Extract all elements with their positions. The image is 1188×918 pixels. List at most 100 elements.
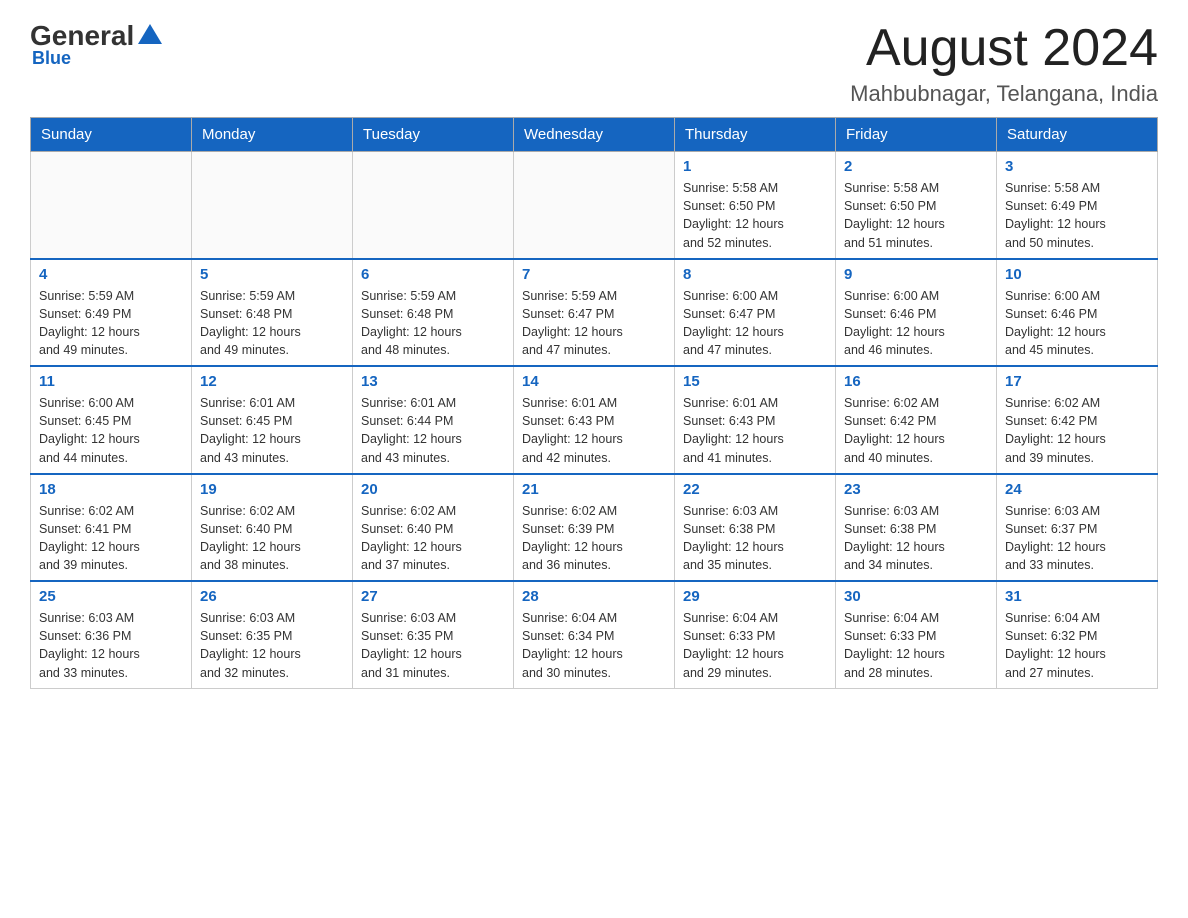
day-info: Sunrise: 6:02 AM Sunset: 6:41 PM Dayligh… [39, 502, 183, 575]
calendar-cell: 13 Sunrise: 6:01 AM Sunset: 6:44 PM Dayli… [353, 366, 514, 474]
day-number: 4 [39, 266, 183, 283]
day-number: 28 [522, 588, 666, 605]
day-info: Sunrise: 6:02 AM Sunset: 6:42 PM Dayligh… [844, 394, 988, 467]
day-number: 20 [361, 481, 505, 498]
day-number: 17 [1005, 373, 1149, 390]
calendar-cell: 22 Sunrise: 6:03 AM Sunset: 6:38 PM Dayli… [675, 474, 836, 582]
calendar-cell [192, 152, 353, 259]
day-info: Sunrise: 6:03 AM Sunset: 6:35 PM Dayligh… [361, 609, 505, 682]
day-info: Sunrise: 5:59 AM Sunset: 6:48 PM Dayligh… [361, 287, 505, 360]
day-number: 25 [39, 588, 183, 605]
calendar-table: SundayMondayTuesdayWednesdayThursdayFrid… [30, 117, 1158, 689]
day-info: Sunrise: 6:01 AM Sunset: 6:44 PM Dayligh… [361, 394, 505, 467]
day-info: Sunrise: 6:04 AM Sunset: 6:33 PM Dayligh… [844, 609, 988, 682]
day-info: Sunrise: 6:00 AM Sunset: 6:46 PM Dayligh… [844, 287, 988, 360]
calendar-cell [353, 152, 514, 259]
day-number: 23 [844, 481, 988, 498]
day-number: 5 [200, 266, 344, 283]
calendar-cell: 21 Sunrise: 6:02 AM Sunset: 6:39 PM Dayli… [514, 474, 675, 582]
calendar-cell: 4 Sunrise: 5:59 AM Sunset: 6:49 PM Daylig… [31, 259, 192, 367]
day-info: Sunrise: 5:59 AM Sunset: 6:48 PM Dayligh… [200, 287, 344, 360]
day-info: Sunrise: 6:04 AM Sunset: 6:34 PM Dayligh… [522, 609, 666, 682]
day-info: Sunrise: 6:03 AM Sunset: 6:35 PM Dayligh… [200, 609, 344, 682]
header: General Blue August 2024 Mahbubnagar, Te… [30, 20, 1158, 107]
calendar-cell: 18Sunrise: 6:02 AM Sunset: 6:41 PM Dayli… [31, 474, 192, 582]
day-info: Sunrise: 6:04 AM Sunset: 6:33 PM Dayligh… [683, 609, 827, 682]
day-number: 27 [361, 588, 505, 605]
day-info: Sunrise: 6:02 AM Sunset: 6:39 PM Dayligh… [522, 502, 666, 575]
logo-area: General Blue [30, 20, 162, 69]
calendar-cell: 23Sunrise: 6:03 AM Sunset: 6:38 PM Dayli… [836, 474, 997, 582]
calendar-cell: 20Sunrise: 6:02 AM Sunset: 6:40 PM Dayli… [353, 474, 514, 582]
calendar-week-row: 1 Sunrise: 5:58 AM Sunset: 6:50 PM Daylig… [31, 152, 1158, 259]
calendar-cell: 1 Sunrise: 5:58 AM Sunset: 6:50 PM Daylig… [675, 152, 836, 259]
day-info: Sunrise: 6:01 AM Sunset: 6:45 PM Dayligh… [200, 394, 344, 467]
weekday-header-sunday: Sunday [31, 118, 192, 152]
calendar-cell [31, 152, 192, 259]
day-number: 16 [844, 373, 988, 390]
calendar-cell: 15 Sunrise: 6:01 AM Sunset: 6:43 PM Dayli… [675, 366, 836, 474]
calendar-cell: 25 Sunrise: 6:03 AM Sunset: 6:36 PM Dayli… [31, 581, 192, 688]
day-info: Sunrise: 5:58 AM Sunset: 6:50 PM Dayligh… [683, 179, 827, 252]
day-info: Sunrise: 6:00 AM Sunset: 6:45 PM Dayligh… [39, 394, 183, 467]
day-info: Sunrise: 6:00 AM Sunset: 6:46 PM Dayligh… [1005, 287, 1149, 360]
day-info: Sunrise: 6:02 AM Sunset: 6:42 PM Dayligh… [1005, 394, 1149, 467]
calendar-cell: 5 Sunrise: 5:59 AM Sunset: 6:48 PM Daylig… [192, 259, 353, 367]
day-info: Sunrise: 5:59 AM Sunset: 6:47 PM Dayligh… [522, 287, 666, 360]
logo-blue-text: Blue [32, 48, 71, 69]
day-number: 15 [683, 373, 827, 390]
day-info: Sunrise: 5:58 AM Sunset: 6:50 PM Dayligh… [844, 179, 988, 252]
calendar-cell: 14Sunrise: 6:01 AM Sunset: 6:43 PM Dayli… [514, 366, 675, 474]
calendar-cell: 16 Sunrise: 6:02 AM Sunset: 6:42 PM Dayli… [836, 366, 997, 474]
day-info: Sunrise: 6:01 AM Sunset: 6:43 PM Dayligh… [683, 394, 827, 467]
day-number: 22 [683, 481, 827, 498]
title-area: August 2024 Mahbubnagar, Telangana, Indi… [850, 20, 1158, 107]
calendar-cell: 19 Sunrise: 6:02 AM Sunset: 6:40 PM Dayli… [192, 474, 353, 582]
calendar-cell: 28 Sunrise: 6:04 AM Sunset: 6:34 PM Dayli… [514, 581, 675, 688]
logo-triangle-icon [138, 24, 162, 44]
calendar-cell: 26Sunrise: 6:03 AM Sunset: 6:35 PM Dayli… [192, 581, 353, 688]
day-number: 19 [200, 481, 344, 498]
day-number: 3 [1005, 158, 1149, 175]
day-number: 30 [844, 588, 988, 605]
subtitle: Mahbubnagar, Telangana, India [850, 81, 1158, 107]
day-number: 13 [361, 373, 505, 390]
day-number: 24 [1005, 481, 1149, 498]
day-info: Sunrise: 6:03 AM Sunset: 6:36 PM Dayligh… [39, 609, 183, 682]
calendar-cell: 27 Sunrise: 6:03 AM Sunset: 6:35 PM Dayli… [353, 581, 514, 688]
day-number: 9 [844, 266, 988, 283]
calendar-cell [514, 152, 675, 259]
calendar-cell: 9 Sunrise: 6:00 AM Sunset: 6:46 PM Daylig… [836, 259, 997, 367]
main-title: August 2024 [850, 20, 1158, 77]
day-number: 2 [844, 158, 988, 175]
calendar-cell: 8Sunrise: 6:00 AM Sunset: 6:47 PM Daylig… [675, 259, 836, 367]
calendar-cell: 11Sunrise: 6:00 AM Sunset: 6:45 PM Dayli… [31, 366, 192, 474]
day-info: Sunrise: 6:02 AM Sunset: 6:40 PM Dayligh… [200, 502, 344, 575]
calendar-cell: 10 Sunrise: 6:00 AM Sunset: 6:46 PM Dayli… [997, 259, 1158, 367]
weekday-header-tuesday: Tuesday [353, 118, 514, 152]
day-info: Sunrise: 5:59 AM Sunset: 6:49 PM Dayligh… [39, 287, 183, 360]
calendar-cell: 31Sunrise: 6:04 AM Sunset: 6:32 PM Dayli… [997, 581, 1158, 688]
day-number: 10 [1005, 266, 1149, 283]
day-info: Sunrise: 6:01 AM Sunset: 6:43 PM Dayligh… [522, 394, 666, 467]
day-info: Sunrise: 6:03 AM Sunset: 6:37 PM Dayligh… [1005, 502, 1149, 575]
calendar-week-row: 4 Sunrise: 5:59 AM Sunset: 6:49 PM Daylig… [31, 259, 1158, 367]
calendar-cell: 30 Sunrise: 6:04 AM Sunset: 6:33 PM Dayli… [836, 581, 997, 688]
day-info: Sunrise: 5:58 AM Sunset: 6:49 PM Dayligh… [1005, 179, 1149, 252]
day-number: 6 [361, 266, 505, 283]
day-number: 1 [683, 158, 827, 175]
day-number: 7 [522, 266, 666, 283]
weekday-header-saturday: Saturday [997, 118, 1158, 152]
day-info: Sunrise: 6:04 AM Sunset: 6:32 PM Dayligh… [1005, 609, 1149, 682]
calendar-cell: 17 Sunrise: 6:02 AM Sunset: 6:42 PM Dayli… [997, 366, 1158, 474]
weekday-header-monday: Monday [192, 118, 353, 152]
day-info: Sunrise: 6:03 AM Sunset: 6:38 PM Dayligh… [683, 502, 827, 575]
calendar-week-row: 25 Sunrise: 6:03 AM Sunset: 6:36 PM Dayli… [31, 581, 1158, 688]
calendar-cell: 7 Sunrise: 5:59 AM Sunset: 6:47 PM Daylig… [514, 259, 675, 367]
weekday-header-friday: Friday [836, 118, 997, 152]
day-number: 8 [683, 266, 827, 283]
calendar-cell: 3 Sunrise: 5:58 AM Sunset: 6:49 PM Daylig… [997, 152, 1158, 259]
calendar-cell: 2 Sunrise: 5:58 AM Sunset: 6:50 PM Daylig… [836, 152, 997, 259]
weekday-header-row: SundayMondayTuesdayWednesdayThursdayFrid… [31, 118, 1158, 152]
day-number: 21 [522, 481, 666, 498]
